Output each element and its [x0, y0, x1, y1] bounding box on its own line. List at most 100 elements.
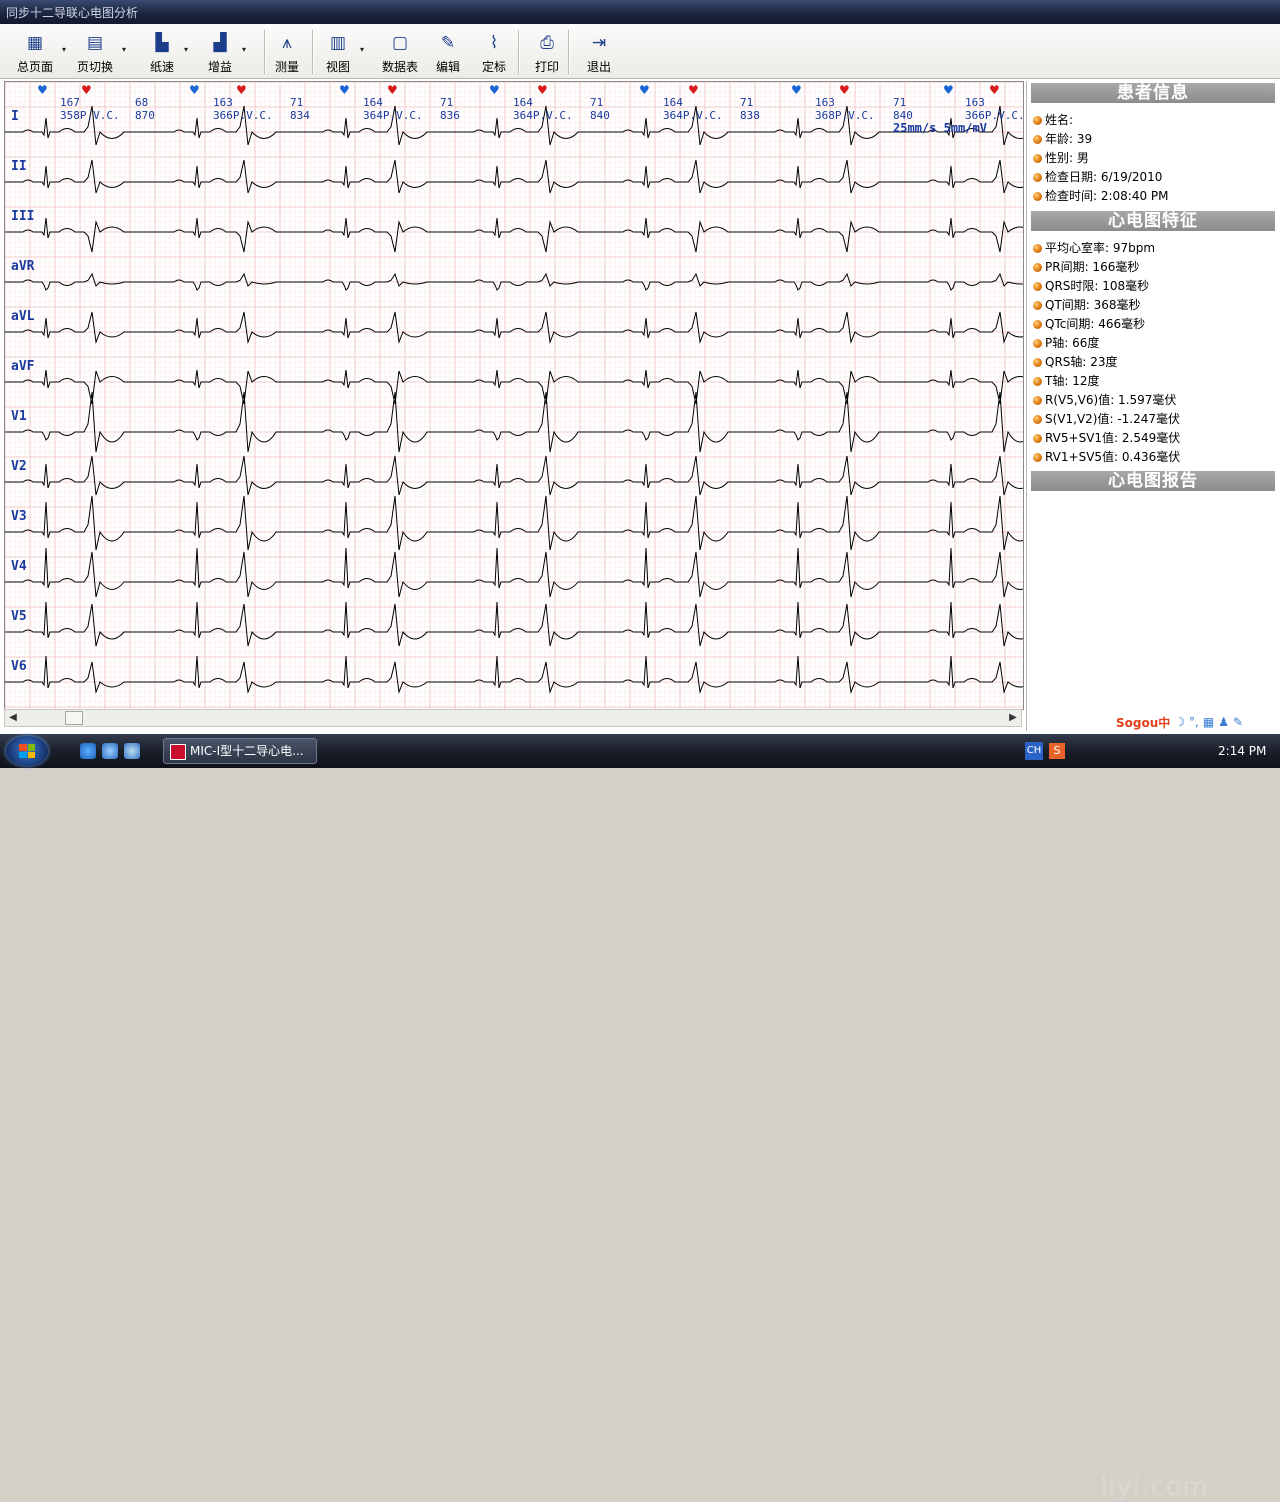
ecg-feature-text: RV1+SV5值: 0.436毫伏	[1045, 450, 1181, 464]
sogou-logo: Sogou中	[1116, 715, 1171, 730]
toolbar-separator	[568, 30, 570, 74]
beat-annotation-top: 71	[290, 96, 303, 109]
ecg-feature-row: QT间期: 368毫秒	[1033, 296, 1141, 315]
beat-annotation-top: 68	[135, 96, 148, 109]
ecg-feature-text: S(V1,V2)值: -1.247毫伏	[1045, 412, 1181, 426]
clock: 2:14 PM	[1218, 744, 1267, 758]
beat-annotation-bottom: 834	[290, 109, 310, 122]
ecg-report-heading: 心电图报告	[1031, 471, 1275, 491]
lead-label: V5	[11, 609, 27, 624]
toolbar-button-label: 编辑	[435, 60, 460, 74]
toolbar-separator	[264, 30, 266, 74]
beat-annotation-top: 167	[60, 96, 80, 109]
scroll-right-arrow-icon[interactable]: ▶	[1006, 711, 1020, 725]
windows-logo-icon	[19, 744, 35, 758]
explorer-icon[interactable]	[102, 743, 118, 759]
orange-bullet-icon	[1033, 263, 1042, 272]
toolbar-button-2[interactable]: ▙ 纸速	[146, 26, 178, 76]
patient-info-text: 性别: 男	[1045, 151, 1089, 165]
ecg-feature-text: QTc间期: 466毫秒	[1045, 317, 1146, 331]
beat-annotation-top: 163	[965, 96, 985, 109]
heart-marker-icon: ♥	[639, 83, 650, 97]
heart-marker-icon: ♥	[37, 83, 48, 97]
orange-bullet-icon	[1033, 135, 1042, 144]
sogou-ime-bar[interactable]: Sogou中 ☽ °, ▦ ♟ ✎	[1116, 712, 1278, 732]
toolbar-button-label: 打印	[534, 60, 559, 74]
orange-bullet-icon	[1033, 154, 1042, 163]
beat-annotation-top: 163	[815, 96, 835, 109]
patient-info-text: 姓名:	[1045, 113, 1074, 127]
patient-info-text: 年龄: 39	[1045, 132, 1093, 146]
chevron-down-icon[interactable]: ▾	[60, 46, 68, 54]
lead-label: aVR	[11, 259, 35, 274]
patient-info-row: 性别: 男	[1033, 149, 1089, 168]
keyboard-icon[interactable]: ▦	[1203, 715, 1214, 729]
ecg-trace-V4	[5, 547, 1023, 598]
beat-annotation-bottom: 368P.V.C.	[815, 109, 875, 122]
taskbar-app-button[interactable]: MIC-I型十二导心电...	[163, 738, 317, 764]
heart-marker-icon: ♥	[387, 83, 398, 97]
sogou-tray-icon[interactable]: S	[1049, 743, 1065, 759]
orange-bullet-icon	[1033, 244, 1042, 253]
printer-icon: ⎙	[540, 33, 554, 53]
ecg-feature-row: S(V1,V2)值: -1.247毫伏	[1033, 410, 1180, 429]
language-indicator[interactable]: CH	[1025, 742, 1043, 760]
heart-marker-icon: ♥	[839, 83, 850, 97]
chevron-down-icon[interactable]: ▾	[240, 46, 248, 54]
beat-annotation-bottom: 840	[590, 109, 610, 122]
patient-info-row: 年龄: 39	[1033, 130, 1092, 149]
patient-info-text: 检查日期: 6/19/2010	[1045, 170, 1163, 184]
toolbar-button-label: 增益	[207, 60, 232, 74]
toolbar-button-5[interactable]: ▥ 视图	[322, 26, 354, 76]
orange-bullet-icon	[1033, 192, 1042, 201]
ie-icon[interactable]	[80, 743, 96, 759]
ecg-feature-row: RV5+SV1值: 2.549毫伏	[1033, 429, 1180, 448]
user-icon[interactable]: ♟	[1218, 715, 1229, 729]
lead-label: V4	[11, 559, 27, 574]
scroll-thumb[interactable]	[65, 711, 83, 725]
chevron-down-icon[interactable]: ▾	[182, 46, 190, 54]
beat-annotation-top: 71	[440, 96, 453, 109]
orange-bullet-icon	[1033, 339, 1042, 348]
toolbar-separator	[312, 30, 314, 74]
ecg-feature-text: T轴: 12度	[1045, 374, 1100, 388]
chevron-down-icon[interactable]: ▾	[358, 46, 366, 54]
ecg-feature-row: QTc间期: 466毫秒	[1033, 315, 1145, 334]
toolbar-button-7[interactable]: ✎ 编辑	[432, 26, 464, 76]
start-button[interactable]	[6, 736, 48, 766]
toolbar-button-1[interactable]: ▤ 页切换	[74, 26, 116, 76]
toolbar-button-8[interactable]: ⌇ 定标	[478, 26, 510, 76]
toolbar-button-label: 纸速	[149, 60, 174, 74]
toolbar-separator	[518, 30, 520, 74]
ecg-feature-text: QRS时限: 108毫秒	[1045, 279, 1150, 293]
toolbar-button-0[interactable]: ▦ 总页面	[14, 26, 56, 76]
orange-bullet-icon	[1033, 301, 1042, 310]
toolbar-button-10[interactable]: ⇥ 退出	[584, 26, 614, 76]
beat-annotation-top: 164	[513, 96, 533, 109]
scroll-left-arrow-icon[interactable]: ◀	[6, 711, 20, 725]
patient-info-row: 检查日期: 6/19/2010	[1033, 168, 1162, 187]
toolbar-button-4[interactable]: ⩚ 测量	[272, 26, 302, 76]
toolbar-button-label: 退出	[586, 60, 611, 74]
toolbar-button-9[interactable]: ⎙ 打印	[532, 26, 562, 76]
ecg-feature-text: R(V5,V6)值: 1.597毫伏	[1045, 393, 1177, 407]
settings-wrench-icon[interactable]: ✎	[1233, 715, 1243, 729]
beat-annotation-top: 163	[213, 96, 233, 109]
moon-icon[interactable]: ☽	[1174, 715, 1185, 729]
punctuation-icon[interactable]: °,	[1189, 715, 1199, 729]
toolbar-button-3[interactable]: ▟ 增益	[204, 26, 236, 76]
beat-annotation-bottom: 366P.V.C.	[213, 109, 273, 122]
lead-label: aVF	[11, 359, 35, 374]
watermark: liyi.com	[1100, 1472, 1209, 1502]
chevron-down-icon[interactable]: ▾	[120, 46, 128, 54]
toolbar-button-6[interactable]: ▢ 数据表	[380, 26, 420, 76]
main-area: I II III aVR aVL aVF V1 V2 V3 V4 V5 V6 ♥ ♥ ♥ ♥ ♥ ♥ ♥ ♥ ♥ ♥ ♥ ♥ ♥…	[0, 79, 1280, 734]
taskbar-app-label: MIC-I型十二导心电...	[190, 744, 304, 758]
heart-marker-icon: ♥	[81, 83, 92, 97]
beat-annotation-bottom: 838	[740, 109, 760, 122]
ecg-chart: I II III aVR aVL aVF V1 V2 V3 V4 V5 V6 ♥ ♥ ♥ ♥ ♥ ♥ ♥ ♥ ♥ ♥ ♥ ♥ ♥…	[4, 81, 1024, 710]
media-icon[interactable]	[124, 743, 140, 759]
system-tray: CH S	[1025, 741, 1065, 761]
scale-label: 25mm/s 5mm/mV	[893, 121, 987, 135]
horizontal-scrollbar[interactable]: ◀ ▶	[4, 709, 1022, 727]
